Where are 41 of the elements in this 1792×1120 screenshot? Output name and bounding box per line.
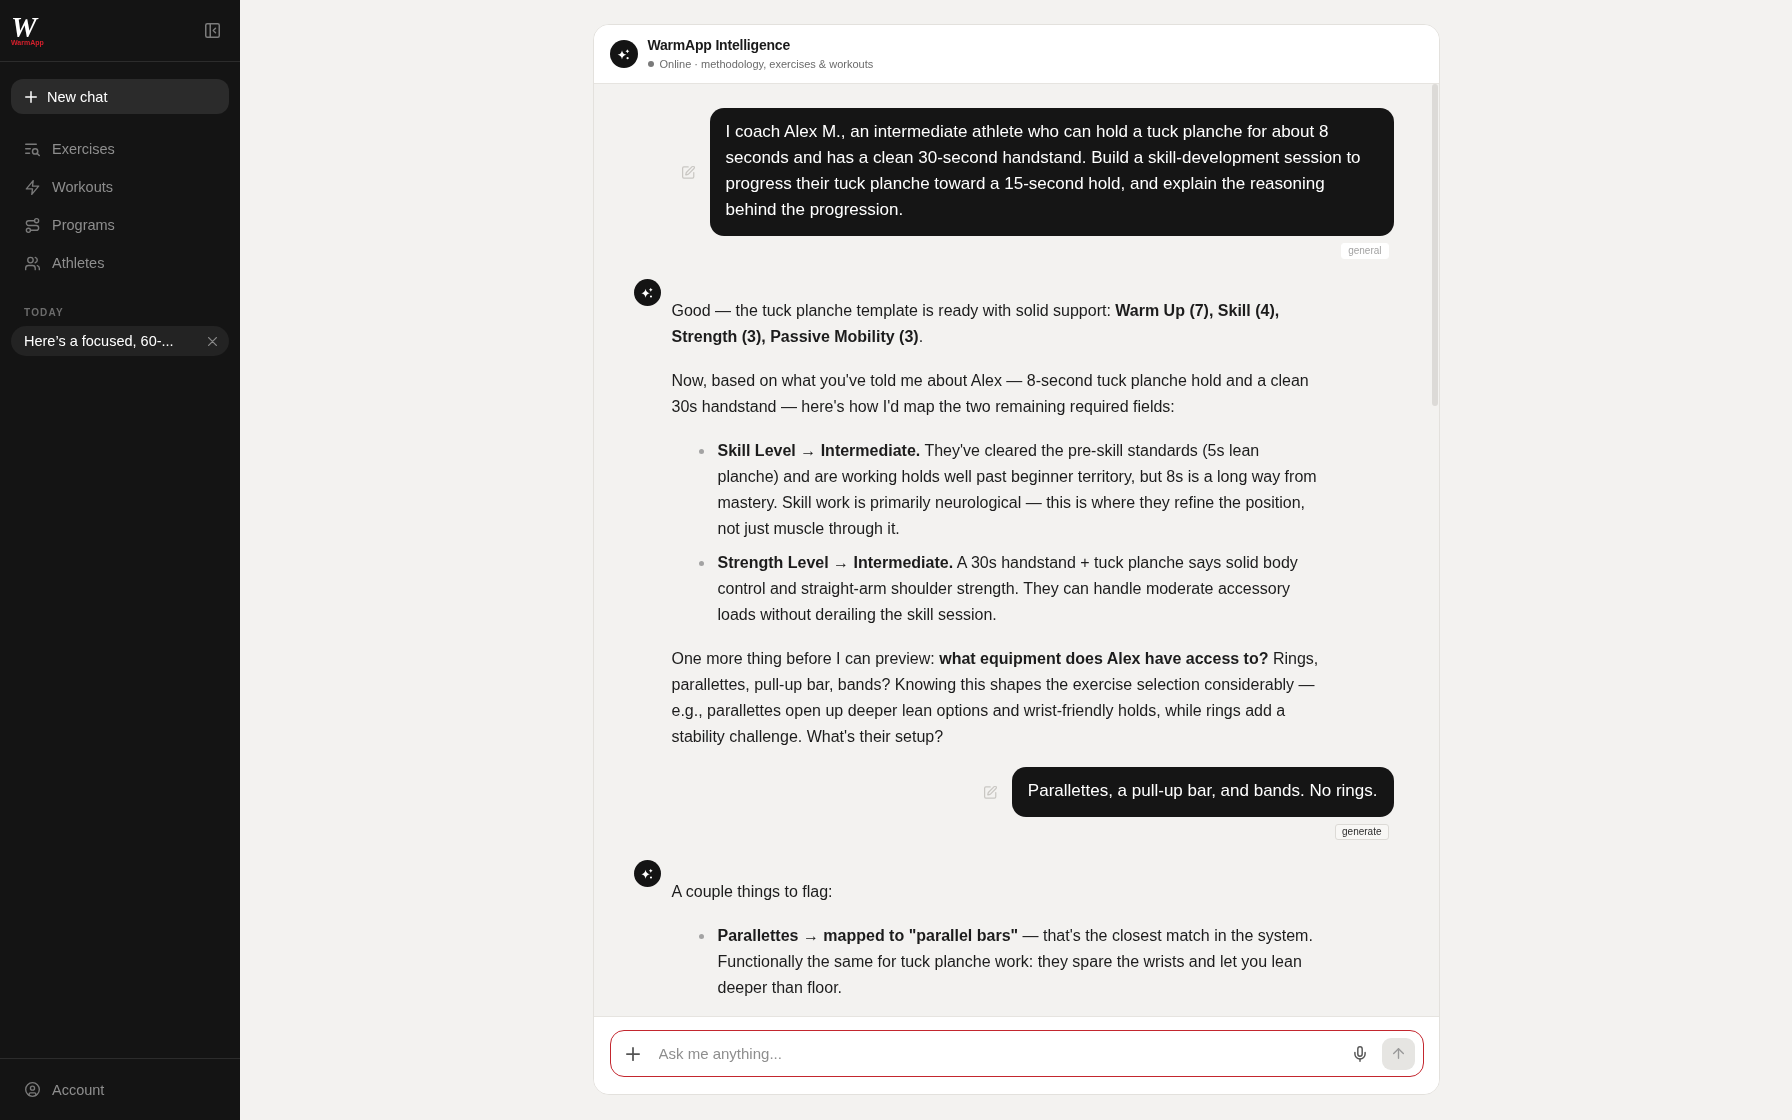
message-paragraph: Now, based on what you've told me about Alex — 8-second tuck planche hold and a clean 30s handstand — here's how I'd map the two remaining required fields:	[671, 371, 1310, 417]
nav-item[interactable]: Programs	[11, 206, 229, 244]
message-paragraph: Good — the tuck planche template is ready with solid support: Warm Up (7), Skill (4), Strength (3), Passive Mobility (3).	[671, 301, 1281, 347]
list-item-text: Skill Level → Intermediate. They've cleared the pre-skill standards (5s lean planche) and are working holds well past beginner territory, but 8s is a long way from mastery. Skill work is primarily neurological — this is where they refine the position, not just muscle through it.	[717, 441, 1318, 539]
status-text: Online · methodology, exercises & workouts	[659, 57, 874, 71]
sparkle-icon	[609, 40, 638, 68]
user-message-bubble: Parallettes, a pull-up bar, and bands. No rings.	[1011, 767, 1394, 817]
route-icon	[25, 217, 40, 233]
users-icon	[25, 255, 40, 271]
user-message-bubble: I coach Alex M., an intermediate athlete who can hold a tuck planche for about 8 seconds and has a clean 30-second handstand. Build a skill-development session to progress their tuck planche toward a 15-second hold, and explain the reasoning behind the progression.	[709, 108, 1394, 236]
new-chat-button[interactable]: New chat	[11, 79, 229, 114]
chat-title: WarmApp Intelligence	[647, 37, 791, 54]
scrollbar-thumb[interactable]	[1431, 84, 1438, 406]
bullet-icon	[698, 561, 704, 566]
list-search-icon	[25, 141, 40, 157]
message-tag: general	[1341, 243, 1389, 259]
message-paragraph: One more thing before I can preview: what equipment does Alex have access to? Rings, parallettes, pull-up bar, bands? Knowing this shapes the exercise selection considerably — e.g., parallettes open up deeper lean options and wrist-friendly holds, while rings add a stability challenge. What's their setup?	[671, 649, 1320, 747]
plus-icon	[25, 90, 37, 103]
account-button[interactable]: Account	[11, 1074, 119, 1105]
status-dot-icon	[647, 61, 654, 67]
nav-item[interactable]: Athletes	[11, 244, 229, 282]
bullet-icon	[698, 934, 704, 939]
list-item-text: Parallettes → mapped to "parallel bars" — that's the closest match in the system. Functionally the same for tuck planche work: they spare the wrists and let you lean deeper than floor.	[717, 926, 1314, 998]
nav-item[interactable]: Workouts	[11, 168, 229, 206]
panel-left-icon[interactable]	[205, 23, 220, 38]
list-item-text: Strength Level → Intermediate. A 30s handstand + tuck planche says solid body control and straight-arm shoulder strength. They can handle moderate accessory loads without derailing the skill session.	[717, 553, 1299, 625]
user-circle-icon	[25, 1082, 40, 1097]
composer-box[interactable]: Ask me anything...	[609, 1030, 1424, 1077]
lightning-icon	[25, 179, 40, 195]
microphone-icon[interactable]	[1353, 1045, 1366, 1062]
plus-icon[interactable]	[625, 1046, 640, 1061]
chat-history-item[interactable]: Here’s a focused, 60-...	[11, 326, 229, 356]
close-icon[interactable]	[208, 336, 217, 346]
sparkle-icon	[633, 860, 661, 887]
nav-item[interactable]: Exercises	[11, 130, 229, 168]
message-paragraph: A couple things to flag:	[671, 882, 834, 902]
message-tag: generate	[1335, 824, 1389, 840]
bullet-icon	[698, 449, 704, 454]
message-input[interactable]: Ask me anything...	[658, 1038, 1338, 1069]
section-heading: TODAY	[23, 306, 65, 320]
sparkle-icon	[633, 279, 661, 306]
